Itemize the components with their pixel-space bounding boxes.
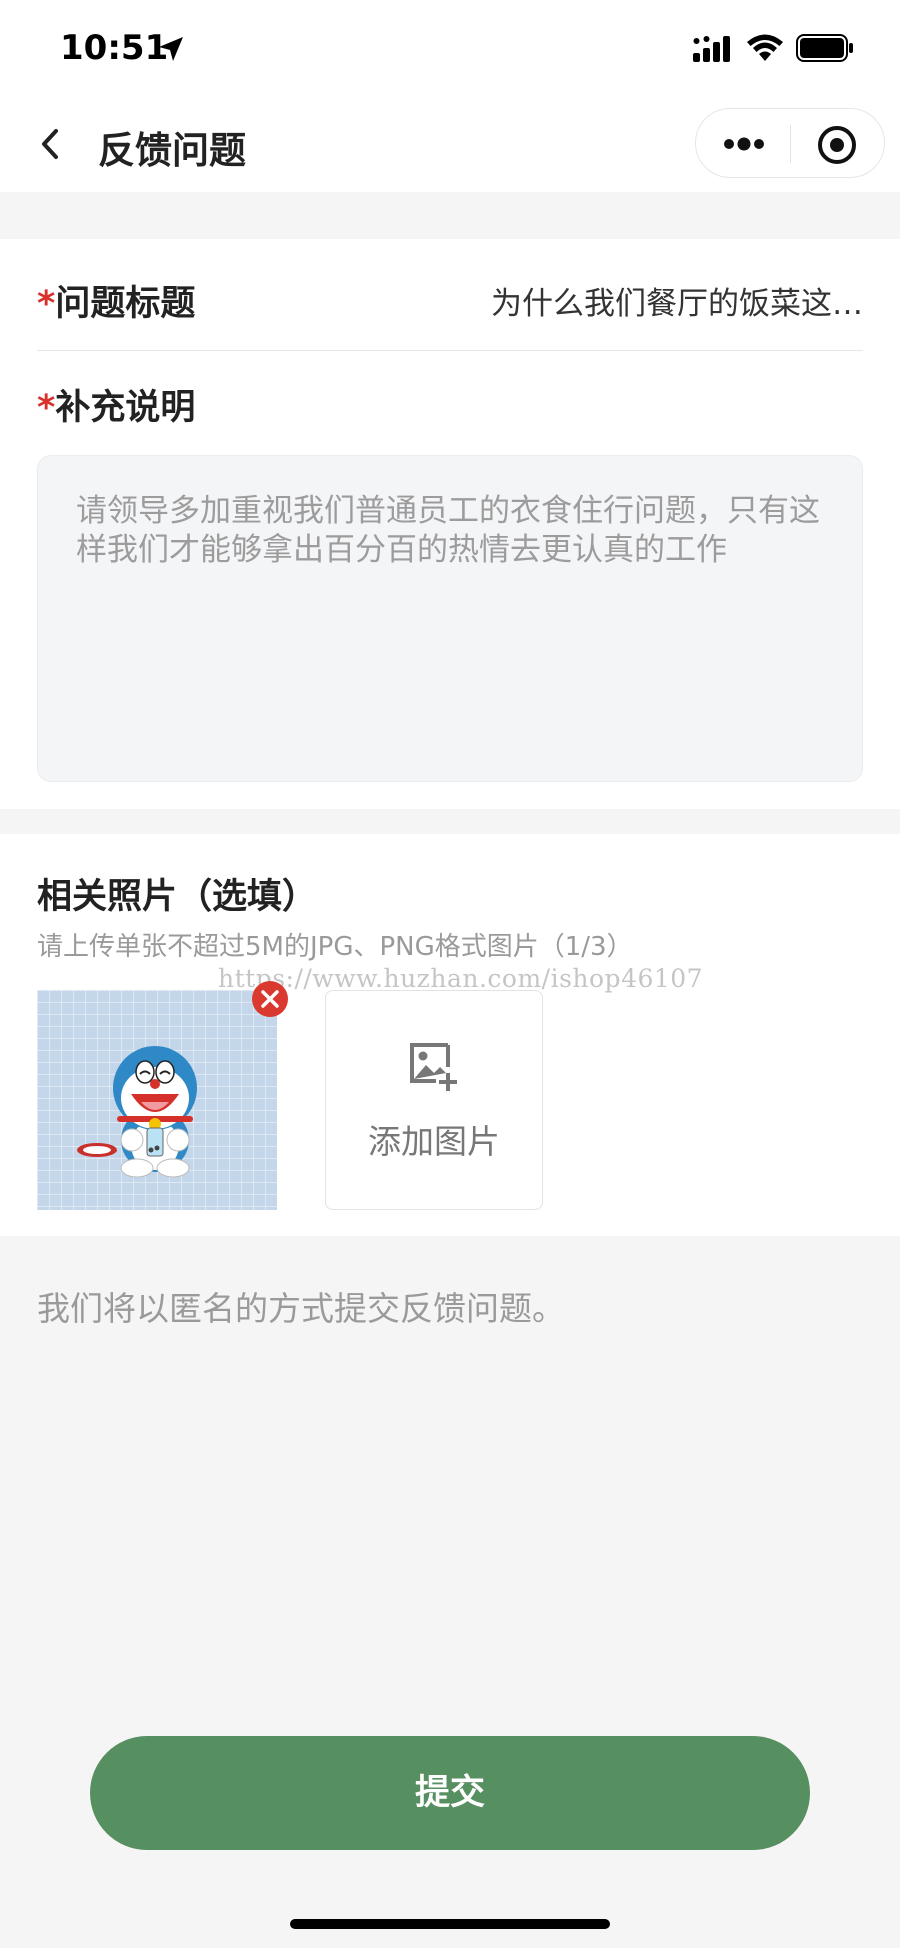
feedback-form-card: *问题标题 为什么我们餐厅的饭菜这… *补充说明 请领导多加重视我们普通员工的衣…: [0, 239, 900, 809]
watermark-text: https://www.huzhan.com/ishop46107: [218, 964, 704, 993]
supplement-textarea[interactable]: 请领导多加重视我们普通员工的衣食住行问题，只有这样我们才能够拿出百分百的热情去更…: [37, 455, 863, 782]
title-input[interactable]: 为什么我们餐厅的饭菜这…: [491, 278, 863, 323]
location-arrow-icon: [159, 37, 183, 61]
remove-photo-icon[interactable]: [251, 980, 289, 1018]
mini-program-capsule: [695, 108, 885, 178]
add-photo-button[interactable]: 添加图片: [325, 990, 543, 1210]
supplement-text: 请领导多加重视我们普通员工的衣食住行问题，只有这样我们才能够拿出百分百的热情去更…: [76, 493, 820, 568]
wifi-icon: [747, 34, 783, 61]
title-row[interactable]: *问题标题 为什么我们餐厅的饭菜这…: [37, 275, 863, 351]
back-chevron-icon[interactable]: [30, 122, 74, 166]
status-time: 10:51: [60, 28, 169, 68]
capsule-divider: [790, 125, 791, 163]
supplement-label: *补充说明: [37, 388, 196, 428]
add-photo-label: 添加图片: [368, 1122, 500, 1161]
add-image-icon: [410, 1043, 457, 1091]
status-bar: 10:51: [0, 0, 900, 100]
home-indicator: [290, 1919, 610, 1929]
required-mark: *: [37, 388, 56, 428]
cellular-signal-icon: [693, 36, 730, 62]
navigation-bar: 反馈问题: [0, 100, 900, 192]
battery-icon: [796, 34, 853, 62]
photos-title: 相关照片（选填）: [37, 877, 318, 917]
required-mark: *: [37, 284, 56, 324]
submit-button[interactable]: 提交: [90, 1736, 810, 1850]
anonymous-note: 我们将以匿名的方式提交反馈问题。: [37, 1289, 565, 1328]
target-circle-icon[interactable]: [816, 124, 858, 166]
doraemon-image: [37, 990, 277, 1210]
uploaded-photo[interactable]: [37, 981, 288, 1210]
photos-hint: 请上传单张不超过5M的JPG、PNG格式图片（1/3）: [37, 932, 633, 962]
page-title: 反馈问题: [98, 129, 246, 172]
photos-card: 相关照片（选填） 请上传单张不超过5M的JPG、PNG格式图片（1/3） htt…: [0, 834, 900, 1236]
title-label: *问题标题: [37, 284, 196, 324]
more-dots-icon[interactable]: [722, 131, 766, 157]
